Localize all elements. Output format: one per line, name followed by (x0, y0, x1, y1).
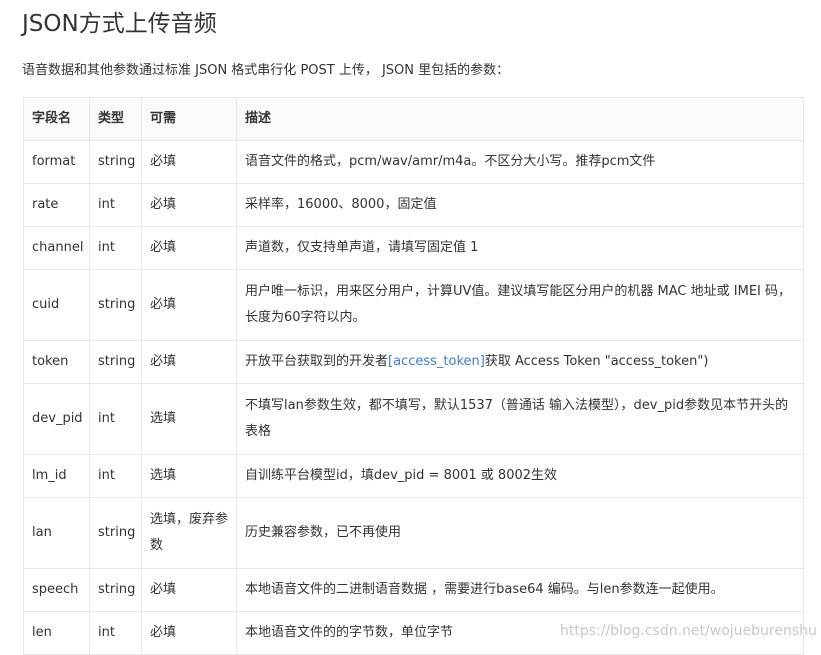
cell-desc: 声道数，仅支持单声道，请填写固定值 1 (236, 226, 804, 270)
cell-desc: 历史兼容参数，已不再使用 (236, 497, 804, 569)
params-table: 字段名 类型 可需 描述 format string 必填 语音文件的格式，pc… (23, 97, 804, 655)
cell-required: 必填 (141, 611, 237, 655)
cell-desc: 用户唯一标识，用来区分用户，计算UV值。建议填写能区分用户的机器 MAC 地址或… (236, 269, 804, 341)
table-row: dev_pid int 选填 不填写lan参数生效，都不填写，默认1537（普通… (23, 383, 804, 455)
cell-name: channel (23, 226, 90, 270)
table-row: channel int 必填 声道数，仅支持单声道，请填写固定值 1 (23, 226, 804, 270)
cell-desc: 不填写lan参数生效，都不填写，默认1537（普通话 输入法模型），dev_pi… (236, 383, 804, 455)
cell-required: 必填 (141, 568, 237, 612)
table-header-row: 字段名 类型 可需 描述 (23, 97, 804, 141)
cell-type: int (89, 454, 142, 498)
cell-type: string (89, 340, 142, 384)
header-type: 类型 (89, 97, 142, 141)
cell-type: string (89, 568, 142, 612)
cell-desc: 语音文件的格式，pcm/wav/amr/m4a。不区分大小写。推荐pcm文件 (236, 140, 804, 184)
access-token-link[interactable]: [access_token] (388, 354, 485, 369)
cell-required: 必填 (141, 183, 237, 227)
cell-name: rate (23, 183, 90, 227)
cell-required: 选填 (141, 454, 237, 498)
header-description: 描述 (236, 97, 804, 141)
cell-type: string (89, 140, 142, 184)
intro-text: 语音数据和其他参数通过标准 JSON 格式串行化 POST 上传， JSON 里… (22, 63, 510, 78)
table-row: lan string 选填，废弃参数 历史兼容参数，已不再使用 (23, 497, 804, 569)
cell-type: string (89, 497, 142, 569)
cell-desc: 本地语音文件的二进制语音数据 ，需要进行base64 编码。与len参数连一起使… (236, 568, 804, 612)
cell-type: string (89, 269, 142, 341)
cell-required: 选填 (141, 383, 237, 455)
table-row: rate int 必填 采样率，16000、8000，固定值 (23, 183, 804, 227)
table-row: cuid string 必填 用户唯一标识，用来区分用户，计算UV值。建议填写能… (23, 269, 804, 341)
cell-type: int (89, 383, 142, 455)
cell-name: dev_pid (23, 383, 90, 455)
cell-name: cuid (23, 269, 90, 341)
cell-type: int (89, 611, 142, 655)
cell-required: 必填 (141, 226, 237, 270)
cell-name: lan (23, 497, 90, 569)
header-field-name: 字段名 (23, 97, 90, 141)
cell-type: int (89, 226, 142, 270)
cell-name: token (23, 340, 90, 384)
cell-name: len (23, 611, 90, 655)
cell-required: 必填 (141, 269, 237, 341)
cell-required: 选填，废弃参数 (141, 497, 237, 569)
header-required: 可需 (141, 97, 237, 141)
cell-desc: 采样率，16000、8000，固定值 (236, 183, 804, 227)
cell-desc: 自训练平台模型id，填dev_pid = 8001 或 8002生效 (236, 454, 804, 498)
cell-desc: 开放平台获取到的开发者[access_token]获取 Access Token… (236, 340, 804, 384)
desc-text: 开放平台获取到的开发者 (245, 354, 389, 369)
cell-required: 必填 (141, 340, 237, 384)
page-title: JSON方式上传音频 (22, 11, 217, 37)
cell-name: format (23, 140, 90, 184)
table-row: lm_id int 选填 自训练平台模型id，填dev_pid = 8001 或… (23, 454, 804, 498)
cell-type: int (89, 183, 142, 227)
desc-text: 获取 Access Token "access_token") (484, 354, 709, 369)
cell-name: lm_id (23, 454, 90, 498)
watermark: https://blog.csdn.net/wojueburenshu (560, 623, 817, 639)
table-row: token string 必填 开放平台获取到的开发者[access_token… (23, 340, 804, 384)
cell-required: 必填 (141, 140, 237, 184)
cell-name: speech (23, 568, 90, 612)
table-row: format string 必填 语音文件的格式，pcm/wav/amr/m4a… (23, 140, 804, 184)
table-row: speech string 必填 本地语音文件的二进制语音数据 ，需要进行bas… (23, 568, 804, 612)
